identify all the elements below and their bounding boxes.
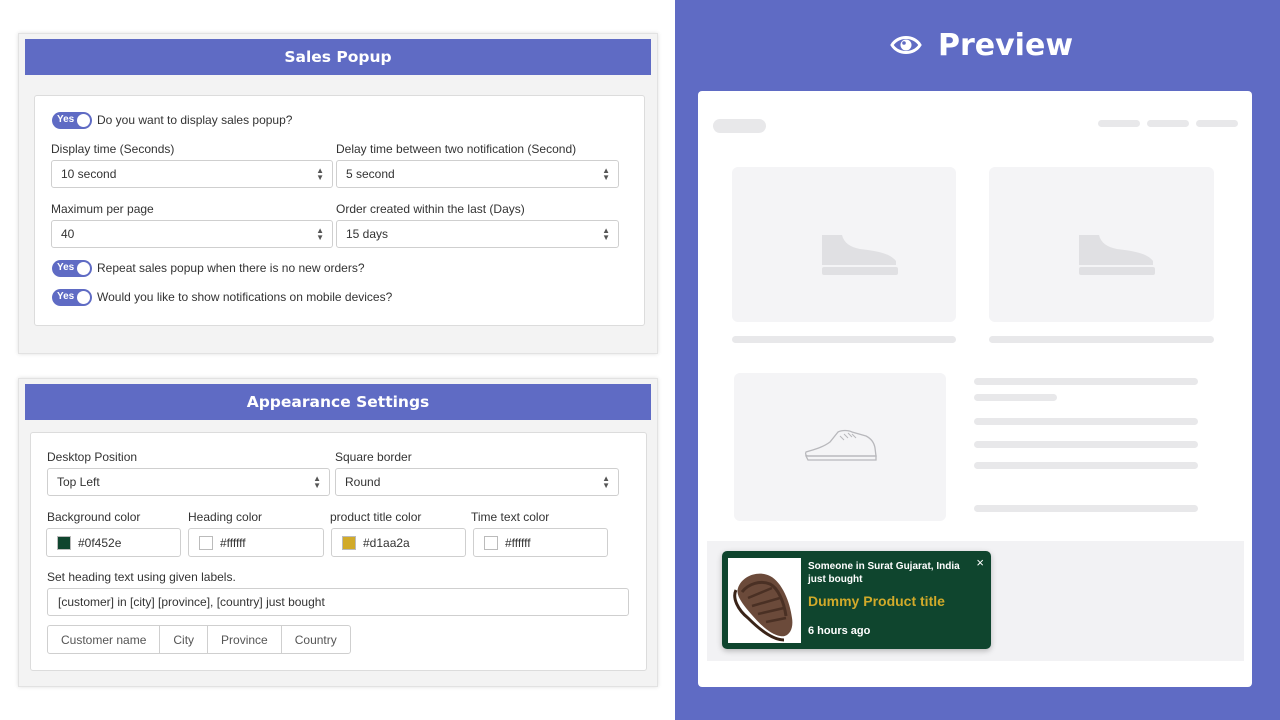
preview-heading: Preview xyxy=(890,24,1073,66)
sandal-image xyxy=(733,573,793,642)
heading-text-label: Set heading text using given labels. xyxy=(47,570,236,584)
text-placeholder xyxy=(974,378,1198,385)
nav-placeholder xyxy=(1147,120,1189,127)
heading-text-value: [customer] in [city] [province], [countr… xyxy=(58,595,325,609)
mobile-notifications-toggle[interactable]: Yes xyxy=(52,289,92,306)
product-card-placeholder xyxy=(989,167,1214,322)
close-icon[interactable]: × xyxy=(976,555,984,570)
repeat-popup-toggle[interactable]: Yes xyxy=(52,260,92,277)
max-per-page-value: 40 xyxy=(61,227,75,241)
nav-placeholder xyxy=(1196,120,1238,127)
square-border-value: Round xyxy=(345,475,381,489)
select-arrows-icon: ▲ ▼ xyxy=(602,166,610,182)
heading-color-label: Heading color xyxy=(188,510,263,524)
time-text-color-field[interactable]: #ffffff xyxy=(473,528,608,557)
order-created-value: 15 days xyxy=(346,227,389,241)
display-time-select[interactable]: 10 second ▲ ▼ xyxy=(51,160,333,188)
heading-tags-group: Customer name City Province Country xyxy=(47,625,351,654)
text-placeholder xyxy=(974,418,1198,425)
popup-heading: Someone in Surat Gujarat, India just bou… xyxy=(808,561,960,585)
sales-notification-popup[interactable]: Someone in Surat Gujarat, India just bou… xyxy=(722,551,991,649)
text-placeholder xyxy=(974,441,1198,448)
product-title-color-value: #d1aa2a xyxy=(363,535,410,550)
order-created-label: Order created within the last (Days) xyxy=(336,202,525,216)
background-color-field[interactable]: #0f452e xyxy=(46,528,181,557)
desktop-position-value: Top Left xyxy=(57,475,100,489)
delay-time-select[interactable]: 5 second ▲ ▼ xyxy=(336,160,619,188)
display-popup-label: Do you want to display sales popup? xyxy=(97,113,293,127)
sales-popup-panel: Sales Popup Yes Do you want to display s… xyxy=(18,33,658,354)
sales-popup-title: Sales Popup xyxy=(25,39,651,75)
product-card-placeholder xyxy=(732,167,956,322)
tag-city[interactable]: City xyxy=(160,626,209,653)
text-placeholder xyxy=(974,462,1198,469)
heading-color-value: #ffffff xyxy=(220,535,246,550)
delay-time-label: Delay time between two notification (Sec… xyxy=(336,142,577,156)
display-time-value: 10 second xyxy=(61,167,117,181)
heading-color-swatch[interactable] xyxy=(199,535,213,550)
toggle-knob xyxy=(77,291,90,304)
logo-placeholder xyxy=(713,119,766,133)
product-thumbnail xyxy=(728,558,801,643)
toggle-yes-label: Yes xyxy=(57,262,75,273)
appearance-body: Desktop Position Top Left ▲ ▼ Square bord… xyxy=(30,432,647,671)
background-color-label: Background color xyxy=(47,510,141,524)
text-placeholder xyxy=(989,336,1214,343)
time-text-color-value: #ffffff xyxy=(505,535,531,550)
popup-product-title[interactable]: Dummy Product title xyxy=(808,593,945,609)
delay-time-value: 5 second xyxy=(346,167,395,181)
select-arrows-icon: ▲ ▼ xyxy=(316,166,324,182)
product-detail-image-placeholder xyxy=(734,373,946,521)
text-placeholder xyxy=(732,336,956,343)
eye-icon xyxy=(890,36,922,54)
display-popup-toggle[interactable]: Yes xyxy=(52,112,92,129)
heading-color-field[interactable]: #ffffff xyxy=(188,528,324,557)
max-per-page-select[interactable]: 40 ▲ ▼ xyxy=(51,220,333,248)
select-arrows-icon: ▲ ▼ xyxy=(602,226,610,242)
select-arrows-icon: ▲ ▼ xyxy=(602,474,610,490)
display-time-label: Display time (Seconds) xyxy=(51,142,175,156)
text-placeholder xyxy=(974,394,1057,401)
heading-text-input[interactable]: [customer] in [city] [province], [countr… xyxy=(47,588,629,616)
background-color-value: #0f452e xyxy=(78,535,122,550)
time-text-color-label: Time text color xyxy=(471,510,550,524)
sneaker-outline-icon xyxy=(804,429,877,461)
square-border-label: Square border xyxy=(335,450,412,464)
popup-time: 6 hours ago xyxy=(808,625,871,637)
preview-title: Preview xyxy=(938,27,1074,63)
order-created-select[interactable]: 15 days ▲ ▼ xyxy=(336,220,619,248)
select-arrows-icon: ▲ ▼ xyxy=(313,474,321,490)
sales-popup-body: Yes Do you want to display sales popup? … xyxy=(34,95,645,326)
desktop-position-select[interactable]: Top Left ▲ ▼ xyxy=(47,468,330,496)
text-placeholder xyxy=(974,505,1198,512)
background-color-swatch[interactable] xyxy=(57,535,71,550)
shoe-icon xyxy=(822,235,898,275)
toggle-yes-label: Yes xyxy=(57,291,75,302)
product-title-color-swatch[interactable] xyxy=(342,535,356,550)
desktop-position-label: Desktop Position xyxy=(47,450,138,464)
time-text-color-swatch[interactable] xyxy=(484,535,498,550)
toggle-knob xyxy=(77,262,90,275)
select-arrows-icon: ▲ ▼ xyxy=(316,226,324,242)
appearance-panel: Appearance Settings Desktop Position Top… xyxy=(18,378,658,687)
appearance-title: Appearance Settings xyxy=(25,384,651,420)
max-per-page-label: Maximum per page xyxy=(51,202,154,216)
tag-customer-name[interactable]: Customer name xyxy=(48,626,161,653)
product-title-color-field[interactable]: #d1aa2a xyxy=(331,528,466,557)
square-border-select[interactable]: Round ▲ ▼ xyxy=(335,468,619,496)
nav-placeholder xyxy=(1098,120,1140,127)
shoe-icon xyxy=(1079,235,1155,275)
toggle-knob xyxy=(77,114,90,127)
product-title-color-label: product title color xyxy=(330,510,422,524)
repeat-popup-label: Repeat sales popup when there is no new … xyxy=(97,261,365,275)
mobile-notifications-label: Would you like to show notifications on … xyxy=(97,290,393,304)
tag-country[interactable]: Country xyxy=(282,626,350,653)
tag-province[interactable]: Province xyxy=(208,626,282,653)
toggle-yes-label: Yes xyxy=(57,114,75,125)
